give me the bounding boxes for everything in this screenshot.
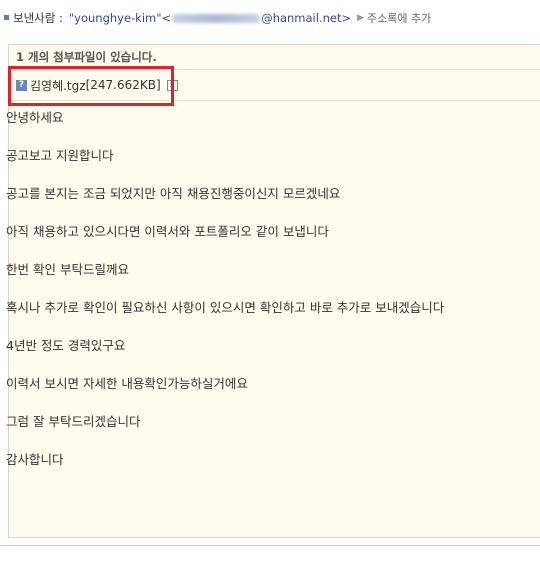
- body-line: 4년반 정도 경력있구요: [6, 338, 126, 353]
- add-contact-link[interactable]: 주소록에 추가: [367, 10, 431, 26]
- email-domain: @hanmail.net>: [261, 11, 352, 25]
- attachment-file-name[interactable]: 김영혜.tgz: [30, 77, 86, 94]
- sender-label: 보낸사람 :: [13, 11, 63, 25]
- body-line: 안녕하세요: [6, 110, 64, 125]
- attachment-count-header: 1 개의 첨부파일이 있습니다.: [9, 45, 540, 70]
- body-line: 아직 채용하고 있으시다면 이력서와 포트폴리오 같이 보냅니다: [6, 224, 329, 239]
- body-line: 이력서 보시면 자세한 내용확인가능하실거에요: [6, 376, 248, 391]
- email-open-bracket: <: [161, 11, 172, 25]
- body-line: 감사합니다: [6, 452, 64, 467]
- body-line: 공고를 본지는 조금 되었지만 아직 채용진행중이신지 모르겠네요: [6, 186, 341, 201]
- bottom-divider: [0, 545, 540, 546]
- body-line: 공고보고 지원합니다: [6, 148, 114, 163]
- unknown-file-icon: ?: [16, 79, 27, 91]
- mail-body: 안녕하세요 공고보고 지원합니다 공고를 본지는 조금 되었지만 아직 채용진행…: [6, 99, 526, 479]
- body-line: 한번 확인 부탁드릴께요: [6, 262, 129, 277]
- attachment-file-size: [247.662KB]: [85, 78, 161, 92]
- bullet-icon: [4, 14, 9, 20]
- sender-email[interactable]: < @hanmail.net>: [162, 11, 352, 25]
- body-line: 혹시나 추가로 확인이 필요하신 사항이 있으시면 확인하고 바로 추가로 보내…: [6, 300, 445, 315]
- body-line: 그럼 잘 부탁드리겠습니다: [6, 414, 141, 429]
- sender-name[interactable]: "younghye-kim": [69, 11, 162, 25]
- redacted-email-user: [172, 14, 261, 23]
- remove-attachment-icon[interactable]: x: [166, 79, 178, 91]
- attachment-row: ? 김영혜.tgz [247.662KB] x: [9, 70, 540, 101]
- sender-row: 보낸사람 : "younghye-kim" < @hanmail.net> ▶ 주…: [4, 8, 540, 28]
- arrow-right-icon: ▶: [357, 13, 365, 23]
